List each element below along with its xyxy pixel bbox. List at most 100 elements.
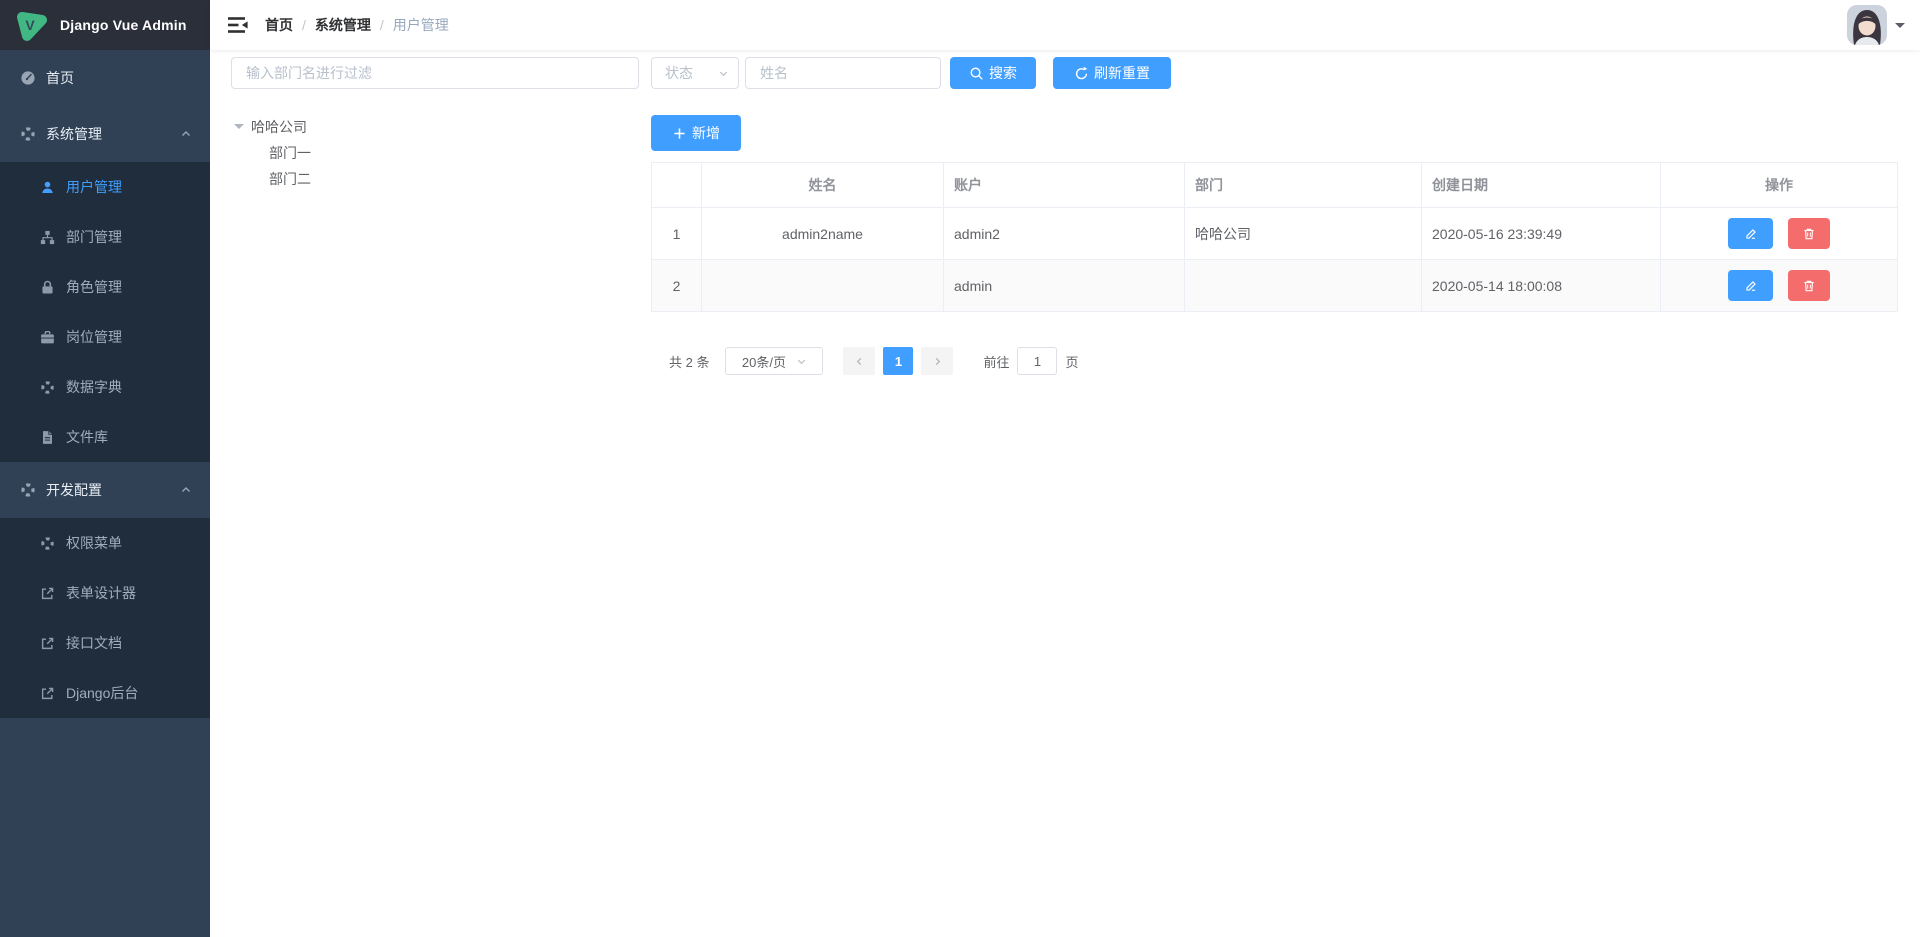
refresh-reset-button-label: 刷新重置 (1094, 63, 1150, 83)
sidebar-item-users[interactable]: 用户管理 (0, 162, 210, 212)
sidebar-item-departments[interactable]: 部门管理 (0, 212, 210, 262)
sidebar-item-label: Django后台 (66, 683, 138, 703)
trash-icon (1802, 279, 1816, 293)
row-actions (1662, 218, 1896, 249)
column-header-name: 姓名 (702, 163, 944, 208)
sidebar-item-django-admin[interactable]: Django后台 (0, 668, 210, 718)
column-header-dept: 部门 (1185, 163, 1422, 208)
sidebar-item-label: 接口文档 (66, 633, 122, 653)
config-icon (20, 482, 36, 498)
delete-button[interactable] (1788, 270, 1830, 301)
table-header-row: 姓名 账户 部门 创建日期 操作 (652, 163, 1898, 208)
sidebar-item-home[interactable]: 首页 (0, 50, 210, 106)
logo-bar[interactable]: V Django Vue Admin (0, 0, 210, 50)
sidebar-item-label: 首页 (46, 68, 74, 88)
tree-node-label: 哈哈公司 (251, 117, 307, 137)
goto-page-input[interactable] (1017, 347, 1057, 375)
user-icon (40, 180, 55, 195)
cell-dept (1185, 260, 1422, 312)
breadcrumb-separator: / (302, 17, 306, 33)
chevron-down-icon (796, 356, 807, 367)
next-page-button[interactable] (921, 347, 953, 375)
tree-node-child[interactable]: 部门一 (231, 140, 639, 166)
delete-button[interactable] (1788, 218, 1830, 249)
trash-icon (1802, 227, 1816, 241)
caret-down-icon (1895, 23, 1905, 33)
user-menu[interactable] (1847, 5, 1905, 45)
main-area: 首页 / 系统管理 / 用户管理 (210, 0, 1920, 937)
sidebar-item-label: 岗位管理 (66, 327, 122, 347)
cell-name (702, 260, 944, 312)
sidebar-item-api-docs[interactable]: 接口文档 (0, 618, 210, 668)
dept-filter-input[interactable] (231, 57, 639, 89)
cell-account: admin2 (944, 208, 1185, 260)
page-number-button[interactable]: 1 (883, 347, 913, 375)
edit-button[interactable] (1728, 218, 1773, 249)
user-table: 姓名 账户 部门 创建日期 操作 1 admin2name admin2 哈哈公 (651, 162, 1898, 312)
search-icon (969, 66, 984, 81)
status-select-placeholder: 状态 (665, 63, 693, 83)
sidebar-item-system[interactable]: 系统管理 (0, 106, 210, 162)
breadcrumb-home[interactable]: 首页 (265, 15, 293, 35)
column-header-index (652, 163, 702, 208)
sidebar-item-label: 文件库 (66, 427, 108, 447)
chevron-down-icon (718, 68, 729, 79)
breadcrumb-current: 用户管理 (393, 15, 449, 35)
sidebar: V Django Vue Admin 首页 系统管理 (0, 0, 210, 937)
sidebar-item-label: 权限菜单 (66, 533, 122, 553)
cell-created: 2020-05-14 18:00:08 (1422, 260, 1661, 312)
caret-down-icon (234, 124, 244, 134)
external-link-icon (40, 686, 55, 701)
cell-name: admin2name (702, 208, 944, 260)
svg-text:V: V (25, 17, 35, 33)
chevron-up-icon (180, 484, 192, 496)
breadcrumb-system[interactable]: 系统管理 (315, 15, 371, 35)
external-link-icon (40, 636, 55, 651)
tree-node-root[interactable]: 哈哈公司 (231, 114, 639, 140)
avatar[interactable] (1847, 5, 1887, 45)
breadcrumb-separator: / (380, 17, 384, 33)
user-table-panel: 状态 搜索 (651, 57, 1898, 375)
file-icon (40, 430, 55, 445)
sidebar-item-roles[interactable]: 角色管理 (0, 262, 210, 312)
tree-node-child[interactable]: 部门二 (231, 166, 639, 192)
sidebar-item-label: 角色管理 (66, 277, 122, 297)
pagination: 共 2 条 20条/页 1 (651, 347, 1898, 375)
menu-icon (40, 536, 55, 551)
sidebar-item-label: 部门管理 (66, 227, 122, 247)
lock-icon (40, 280, 55, 295)
system-submenu: 用户管理 部门管理 角色管理 (0, 162, 210, 462)
add-button-label: 新增 (692, 123, 720, 143)
page-size-select[interactable]: 20条/页 (725, 347, 823, 375)
department-panel: 哈哈公司 部门一 部门二 (231, 57, 639, 192)
sidebar-item-posts[interactable]: 岗位管理 (0, 312, 210, 362)
add-button[interactable]: 新增 (651, 115, 741, 151)
cell-account: admin (944, 260, 1185, 312)
edit-button[interactable] (1728, 270, 1773, 301)
cell-created: 2020-05-16 23:39:49 (1422, 208, 1661, 260)
page-content: 哈哈公司 部门一 部门二 状态 (210, 50, 1920, 937)
edit-pencil-icon (1744, 279, 1758, 293)
sidebar-item-form-designer[interactable]: 表单设计器 (0, 568, 210, 618)
avatar-image (1847, 5, 1887, 45)
search-button[interactable]: 搜索 (950, 57, 1036, 89)
status-select[interactable]: 状态 (651, 57, 739, 89)
sidebar-item-permission-menu[interactable]: 权限菜单 (0, 518, 210, 568)
sidebar-item-files[interactable]: 文件库 (0, 412, 210, 462)
hamburger-icon[interactable] (228, 16, 248, 34)
department-tree: 哈哈公司 部门一 部门二 (231, 114, 639, 192)
goto-label: 前往 (983, 352, 1009, 371)
refresh-reset-button[interactable]: 刷新重置 (1053, 57, 1171, 89)
sidebar-item-devconfig[interactable]: 开发配置 (0, 462, 210, 518)
sidebar-item-dictionary[interactable]: 数据字典 (0, 362, 210, 412)
sidebar-item-label: 用户管理 (66, 177, 122, 197)
refresh-icon (1074, 66, 1089, 81)
prev-page-button[interactable] (843, 347, 875, 375)
sidebar-item-label: 系统管理 (46, 124, 102, 144)
name-filter-input[interactable] (745, 57, 941, 89)
table-row: 1 admin2name admin2 哈哈公司 2020-05-16 23:3… (652, 208, 1898, 260)
chevron-right-icon (932, 356, 943, 367)
table-row: 2 admin 2020-05-14 18:00:08 (652, 260, 1898, 312)
chevron-up-icon (180, 128, 192, 140)
cell-index: 2 (652, 260, 702, 312)
